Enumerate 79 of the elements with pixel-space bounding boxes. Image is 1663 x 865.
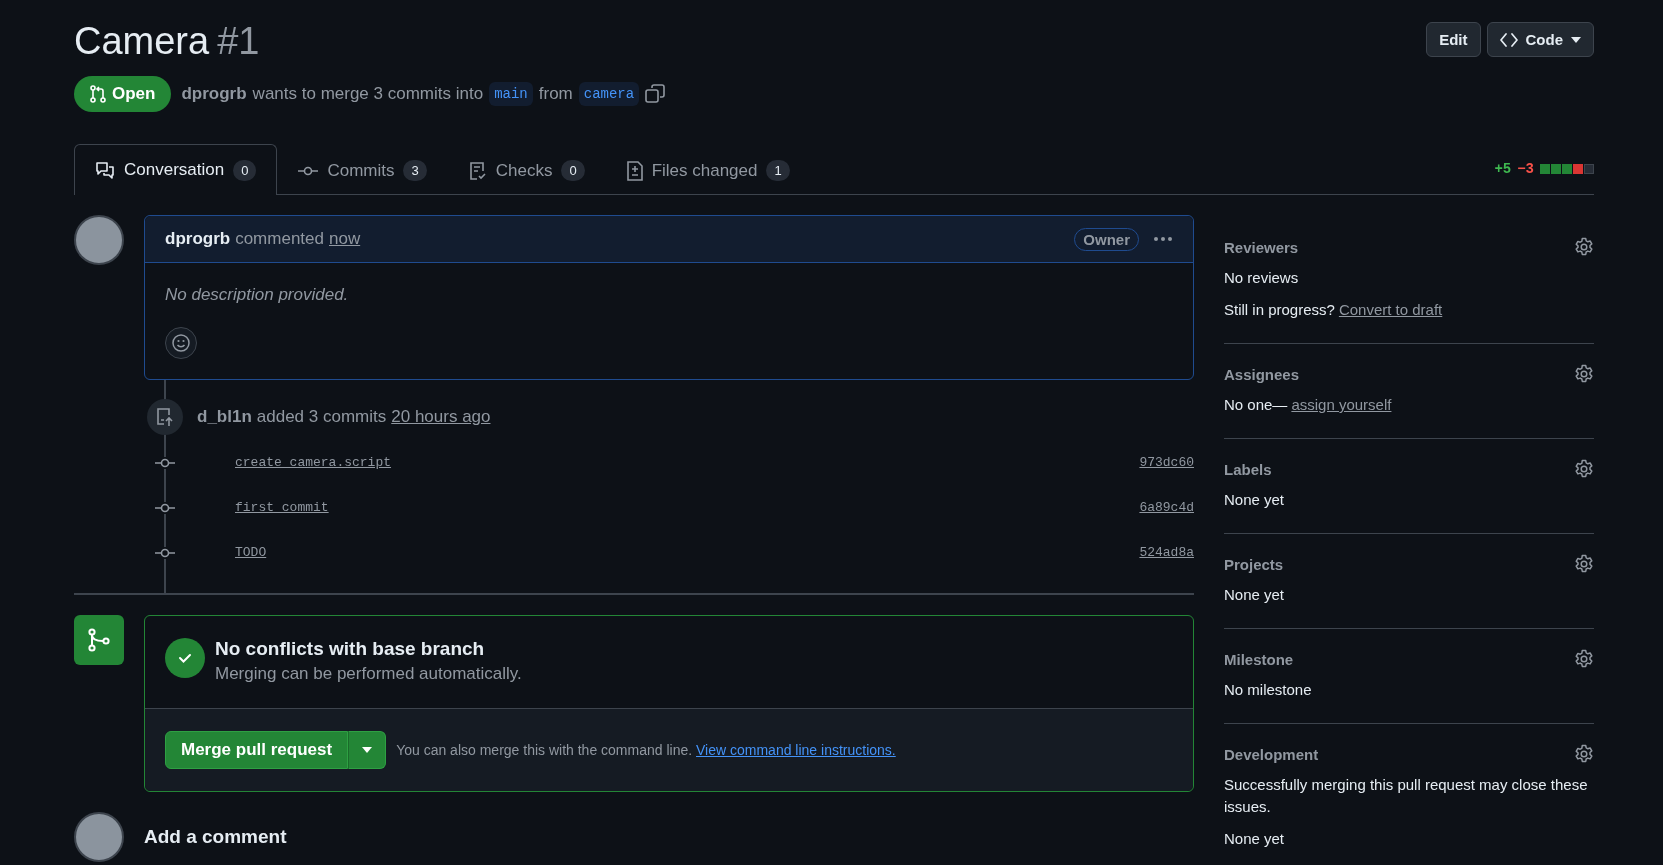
merge-description: wants to merge 3 commits into — [252, 84, 484, 104]
comment-time[interactable]: now — [329, 229, 361, 249]
tab[interactable]: Commits 3 — [277, 145, 448, 195]
tab[interactable]: Conversation 0 — [74, 144, 278, 195]
event-description: added 3 commits — [256, 407, 387, 427]
commit-icon — [298, 164, 319, 177]
sidebar-text: None yet — [1224, 585, 1286, 605]
code-icon — [1499, 32, 1518, 47]
command-line-link[interactable]: View command line instructions. — [696, 742, 896, 758]
open-state-badge: Open — [74, 76, 172, 112]
additions-count: +5 — [1494, 161, 1512, 177]
sidebar-heading[interactable]: Assignees — [1224, 365, 1300, 383]
tab[interactable]: Checks 0 — [447, 145, 606, 195]
conversation-icon — [95, 161, 115, 179]
avatar — [74, 812, 124, 862]
tab-counter: 3 — [403, 160, 427, 181]
merge-icon — [74, 615, 124, 665]
comment-action: commented — [235, 229, 324, 249]
commit-message[interactable]: create camera.script — [235, 455, 392, 470]
sidebar-link[interactable]: Convert to draft — [1338, 301, 1443, 318]
event-author[interactable]: d_bl1n — [197, 407, 252, 427]
settings-icon[interactable] — [1574, 459, 1594, 479]
commit-sha[interactable]: 973dc60 — [1139, 455, 1194, 470]
settings-icon[interactable] — [1574, 364, 1594, 384]
settings-icon[interactable] — [1574, 649, 1594, 669]
pull-request-icon — [90, 85, 106, 103]
merge-status-subtitle: Merging can be performed automatically. — [215, 664, 522, 684]
sidebar-text: No one— assign yourself — [1224, 395, 1393, 415]
commit-message[interactable]: first commit — [235, 500, 329, 515]
edit-button[interactable]: Edit — [1426, 22, 1481, 57]
sidebar-text: No milestone — [1224, 680, 1313, 700]
commit-message[interactable]: TODO — [235, 545, 267, 560]
sidebar-text: No reviews — [1224, 268, 1300, 288]
comment-author[interactable]: dprogrb — [165, 229, 231, 249]
merge-options-button[interactable] — [348, 731, 387, 769]
author-link[interactable]: dprogrb — [181, 84, 247, 104]
caret-icon — [362, 747, 373, 753]
avatar[interactable] — [74, 215, 124, 265]
deletions-count: −3 — [1517, 161, 1534, 177]
merge-status-title: No conflicts with base branch — [215, 638, 486, 660]
base-branch[interactable]: main — [489, 82, 533, 106]
commit-sha[interactable]: 524ad8a — [1139, 545, 1194, 560]
sidebar-text: None yet — [1224, 490, 1286, 510]
merge-button[interactable]: Merge pull request — [165, 731, 349, 769]
sidebar-heading[interactable]: Development — [1224, 745, 1319, 763]
checklist-icon — [468, 160, 487, 181]
sidebar-heading[interactable]: Milestone — [1224, 650, 1294, 668]
comment-body: No description provided. — [165, 285, 350, 305]
add-comment-heading: Add a comment — [144, 826, 287, 848]
event-time[interactable]: 20 hours ago — [391, 407, 491, 427]
sidebar-heading[interactable]: Reviewers — [1224, 238, 1299, 256]
file-diff-icon — [626, 160, 643, 181]
sidebar-heading[interactable]: Projects — [1224, 555, 1284, 573]
sidebar-text: Successfully merging this pull request may close these issues. — [1224, 775, 1589, 817]
check-icon — [165, 638, 205, 678]
settings-icon[interactable] — [1574, 744, 1594, 764]
settings-icon[interactable] — [1574, 554, 1594, 574]
tab-counter: 0 — [233, 159, 257, 181]
commit-sha[interactable]: 6a89c4d — [1139, 500, 1194, 515]
tab-counter: 1 — [766, 160, 790, 181]
head-branch[interactable]: camera — [578, 82, 640, 106]
smiley-icon — [171, 333, 191, 353]
sidebar-heading[interactable]: Labels — [1224, 460, 1272, 478]
pr-title: Camera — [74, 20, 210, 62]
more-icon[interactable] — [1153, 236, 1173, 242]
copy-icon[interactable] — [645, 84, 666, 104]
from-label: from — [538, 84, 573, 104]
tab[interactable]: Files changed 1 — [605, 145, 811, 195]
sidebar-text: None yet — [1224, 829, 1286, 849]
pr-number: #1 — [217, 20, 260, 62]
sidebar-link[interactable]: assign yourself — [1291, 396, 1392, 413]
sidebar-text: Still in progress? Convert to draft — [1224, 300, 1444, 320]
code-button[interactable]: Code — [1486, 22, 1594, 57]
reaction-button[interactable] — [165, 327, 197, 359]
caret-icon — [1571, 36, 1581, 43]
tab-counter: 0 — [561, 160, 585, 181]
settings-icon[interactable] — [1574, 237, 1594, 257]
push-icon — [147, 399, 183, 435]
merge-hint: You can also merge this with the command line. View command line instructions. — [396, 742, 896, 758]
